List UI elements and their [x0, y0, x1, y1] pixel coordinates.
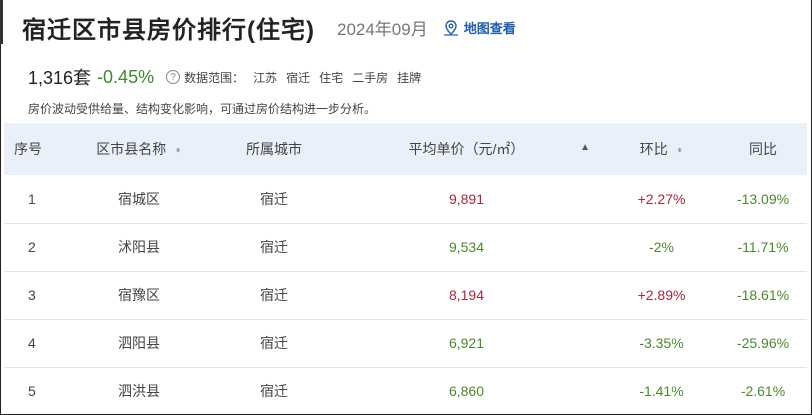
listing-count: 1,316套 [28, 68, 92, 88]
cell-index: 4 [28, 335, 36, 351]
scope-item-province: 江苏 [253, 70, 278, 85]
cell-mom-change: -2% [649, 239, 674, 255]
table-row[interactable]: 4 泗阳县 宿迁 6,921 -3.35% -25.96% [4, 319, 807, 367]
scope-item-source: 挂牌 [397, 70, 422, 85]
table-row[interactable]: 5 泗洪县 宿迁 6,860 -1.41% -2.61% [4, 367, 807, 415]
cell-avg-price: 6,860 [448, 383, 485, 399]
cell-index: 5 [28, 383, 36, 399]
col-header-name[interactable]: 区市县名称 ⬍ [59, 123, 219, 175]
cell-mom-change: -1.41% [639, 383, 684, 399]
cell-yoy-change: -18.61% [736, 287, 790, 303]
cell-mom-change: +2.27% [637, 190, 686, 207]
sort-desc-icon[interactable]: ▲ [580, 142, 590, 153]
period-label: 2024年09月 [336, 20, 428, 39]
col-header-index: 序号 [14, 141, 42, 157]
cell-index: 1 [28, 190, 36, 207]
map-pin-icon [443, 19, 458, 36]
scope-item-city: 宿迁 [286, 70, 311, 85]
overall-change: -0.45% [97, 66, 155, 87]
cell-city: 宿迁 [260, 190, 288, 207]
cell-index: 2 [28, 239, 36, 255]
cell-avg-price: 8,194 [448, 287, 485, 303]
cell-mom-change: -3.35% [639, 335, 684, 351]
table-row[interactable]: 1 宿城区 宿迁 9,891 +2.27% -13.09% [4, 175, 807, 223]
cell-city: 宿迁 [260, 383, 288, 399]
cell-district-name: 沭阳县 [118, 239, 160, 255]
cell-yoy-change: -2.61% [740, 383, 786, 399]
summary-row: 1,316套 -0.45% ? 数据范围： 江苏 宿迁 住宅 二手房 挂牌 [28, 64, 421, 90]
page-title: 宿迁区市县房价排行(住宅) [22, 17, 315, 44]
scope-item-market: 二手房 [352, 70, 389, 85]
cell-avg-price: 9,891 [448, 190, 485, 207]
cell-avg-price: 6,921 [448, 335, 485, 351]
info-note: 房价波动受供给量、结构变化影响，可通过房价结构进一步分析。 [28, 102, 377, 116]
cell-district-name: 宿豫区 [118, 287, 160, 303]
cell-yoy-change: -25.96% [736, 335, 790, 351]
cell-yoy-change: -11.71% [737, 239, 789, 255]
col-header-yoy[interactable]: 同比 [719, 123, 807, 175]
table-header-row: 序号 区市县名称 ⬍ 所属城市 平均单价（元/㎡） ▲ 环比 ⬍ 同比 [4, 123, 807, 175]
cell-yoy-change: -13.09% [736, 190, 790, 207]
scope-item-type: 住宅 [319, 70, 344, 85]
map-view-link[interactable]: 地图查看 [442, 18, 516, 37]
sort-icon[interactable]: ⬍ [174, 148, 182, 153]
col-header-price[interactable]: 平均单价（元/㎡） ▲ [329, 123, 604, 175]
help-icon[interactable]: ? [166, 70, 181, 84]
cell-district-name: 泗洪县 [118, 383, 160, 399]
table-row[interactable]: 2 沭阳县 宿迁 9,534 -2% -11.71% [4, 223, 807, 271]
sort-icon[interactable]: ⬍ [676, 148, 684, 153]
map-view-label: 地图查看 [463, 21, 516, 36]
price-ranking-table: 序号 区市县名称 ⬍ 所属城市 平均单价（元/㎡） ▲ 环比 ⬍ 同比 1 宿城区 宿迁 9… [4, 123, 807, 415]
col-header-mom[interactable]: 环比 ⬍ [604, 123, 719, 175]
title-row: 宿迁区市县房价排行(住宅) 2024年09月 地图查看 [22, 10, 516, 45]
cell-city: 宿迁 [260, 287, 288, 303]
cell-city: 宿迁 [260, 239, 288, 255]
cell-avg-price: 9,534 [448, 239, 485, 255]
cell-city: 宿迁 [260, 335, 288, 351]
cell-mom-change: +2.89% [637, 287, 686, 303]
cell-index: 3 [28, 287, 36, 303]
table-row[interactable]: 3 宿豫区 宿迁 8,194 +2.89% -18.61% [4, 271, 807, 319]
col-header-city: 所属城市 [246, 141, 302, 157]
scope-label: 数据范围： [184, 70, 245, 85]
title-accent-bar [0, 0, 3, 44]
cell-district-name: 泗阳县 [118, 335, 160, 351]
cell-district-name: 宿城区 [118, 190, 160, 207]
